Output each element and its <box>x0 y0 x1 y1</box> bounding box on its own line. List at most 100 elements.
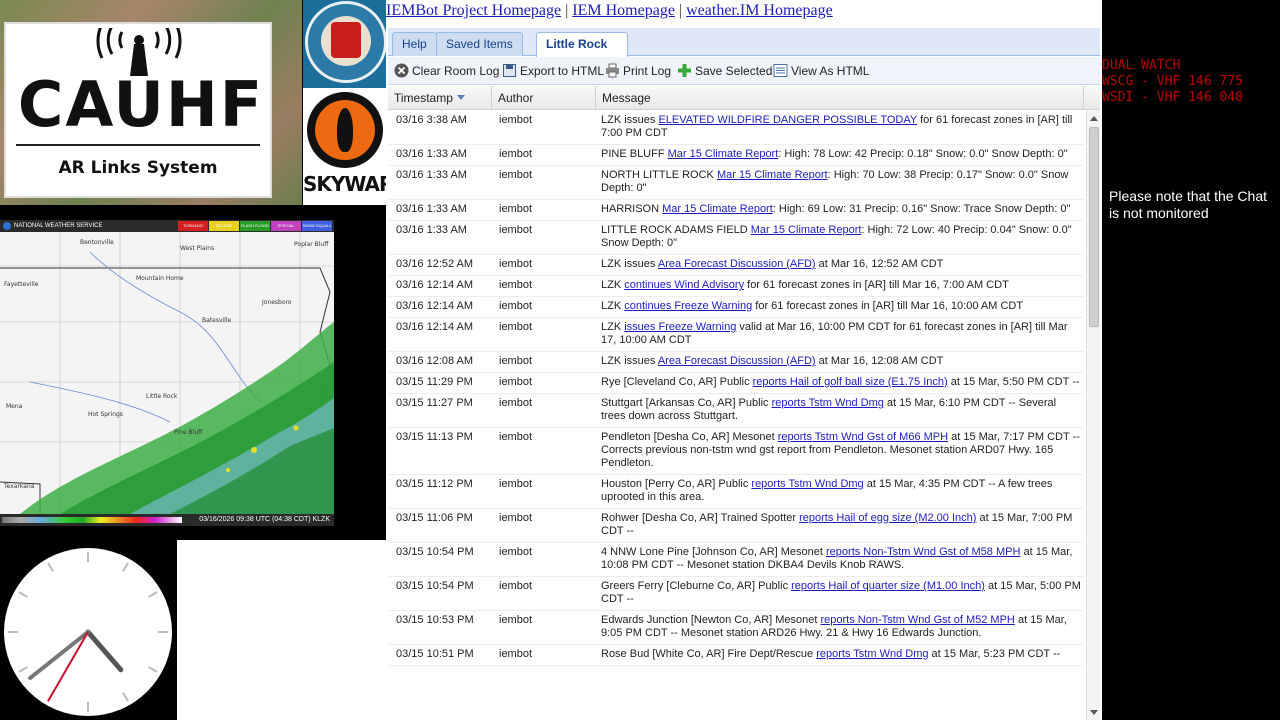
column-header-timestamp[interactable]: Timestamp <box>388 86 492 110</box>
table-row[interactable]: 03/16 1:33 AM iembot HARRISON Mar 15 Clima… <box>388 200 1084 221</box>
export-to-html-button[interactable]: Export to HTML <box>502 62 604 80</box>
table-row[interactable]: 03/15 11:06 PM iembot Rohwer [Desha Co, AR… <box>388 509 1084 543</box>
message-link[interactable]: continues Freeze Warning <box>624 300 752 312</box>
clear-room-log-button[interactable]: Clear Room Log <box>394 62 499 80</box>
radar-legend-item: SEVERE THUNDERSTORM <box>209 221 243 238</box>
table-row[interactable]: 03/16 1:33 AM iembot NORTH LITTLE ROCK Mar… <box>388 166 1084 200</box>
table-row[interactable]: 03/16 12:08 AM iembot LZK issues Area Fore… <box>388 352 1084 373</box>
view-as-html-button[interactable]: View As HTML <box>773 62 869 80</box>
row-timestamp: 03/15 11:13 PM <box>396 431 473 443</box>
iembot-homepage-link[interactable]: IEMBot Project Homepage <box>386 2 561 19</box>
scrollbar-thumb[interactable] <box>1089 127 1099 327</box>
table-row[interactable]: 03/16 12:14 AM iembot LZK continues Wind A… <box>388 276 1084 297</box>
column-timestamp-label: Timestamp <box>394 91 453 105</box>
table-row[interactable]: 03/16 12:14 AM iembot LZK continues Freeze… <box>388 297 1084 318</box>
row-timestamp: 03/15 10:53 PM <box>396 614 474 626</box>
row-timestamp: 03/16 3:38 AM <box>396 114 467 126</box>
column-message-label: Message <box>602 91 651 105</box>
blank-panel <box>177 540 388 720</box>
table-row[interactable]: 03/16 1:33 AM iembot PINE BLUFF Mar 15 Cli… <box>388 145 1084 166</box>
column-header-message[interactable]: Message <box>596 86 1084 110</box>
view-as-html-label: View As HTML <box>791 64 870 78</box>
message-link[interactable]: reports Hail of golf ball size (E1.75 In… <box>753 376 948 388</box>
table-row[interactable]: 03/16 3:38 AM iembot LZK issues ELEVATED W… <box>388 111 1084 145</box>
row-message: Stuttgart [Arkansas Co, AR] Public repor… <box>601 397 1081 423</box>
message-link[interactable]: Mar 15 Climate Report <box>668 148 779 160</box>
message-prefix: Edwards Junction [Newton Co, AR] Mesonet <box>601 614 821 626</box>
add-icon <box>678 64 691 77</box>
tab-help[interactable]: Help <box>392 32 437 56</box>
message-link[interactable]: reports Non-Tstm Wnd Gst of M52 MPH <box>821 614 1015 626</box>
message-suffix: : High: 78 Low: 42 Precip: 0.18" Snow: 0… <box>778 148 1068 160</box>
radar-city-label: Poplar Bluff <box>294 241 329 248</box>
message-prefix: Pendleton [Desha Co, AR] Mesonet <box>601 431 778 443</box>
reflectivity-scale <box>2 517 182 523</box>
row-author: iembot <box>499 546 533 558</box>
cauhf-title: CAUHF <box>17 68 265 141</box>
skywarn-label: SKYWARN <box>303 172 388 196</box>
message-prefix: LZK <box>601 300 625 312</box>
message-prefix: Greers Ferry [Cleburne Co, AR] Public <box>601 580 792 592</box>
row-timestamp: 03/15 10:54 PM <box>396 580 474 592</box>
table-row[interactable]: 03/15 11:27 PM iembot Stuttgart [Arkansas … <box>388 394 1084 428</box>
message-link[interactable]: reports Hail of quarter size (M1.00 Inch… <box>791 580 985 592</box>
message-link[interactable]: reports Tstm Wnd Gst of M66 MPH <box>778 431 948 443</box>
row-message: NORTH LITTLE ROCK Mar 15 Climate Report:… <box>601 169 1081 195</box>
row-timestamp: 03/15 10:51 PM <box>396 648 474 660</box>
row-timestamp: 03/16 1:33 AM <box>396 203 467 215</box>
message-link[interactable]: continues Wind Advisory <box>624 279 744 291</box>
message-link[interactable]: Mar 15 Climate Report <box>751 224 862 236</box>
message-link[interactable]: Mar 15 Climate Report <box>717 169 828 181</box>
row-message: LZK issues ELEVATED WILDFIRE DANGER POSS… <box>601 114 1081 140</box>
row-message: Houston [Perry Co, AR] Public reports Ts… <box>601 478 1081 504</box>
radar-legend-item: SNOW SQUALL <box>302 221 332 231</box>
row-message: LZK issues Freeze Warning valid at Mar 1… <box>601 321 1081 347</box>
radar-timestamp: 03/16/2026 09:38 UTC (04:38 CDT) KLZK <box>199 516 330 523</box>
table-row[interactable]: 03/15 10:54 PM iembot 4 NNW Lone Pine [Joh… <box>388 543 1084 577</box>
row-author: iembot <box>499 300 533 312</box>
scroll-down-icon[interactable] <box>1090 710 1098 715</box>
printer-icon <box>606 63 619 78</box>
row-message: PINE BLUFF Mar 15 Climate Report: High: … <box>601 148 1081 161</box>
message-link[interactable]: reports Non-Tstm Wnd Gst of M58 MPH <box>826 546 1020 558</box>
message-link[interactable]: reports Tstm Wnd Dmg <box>816 648 928 660</box>
save-selected-button[interactable]: Save Selected <box>677 62 772 80</box>
message-prefix: LZK issues <box>601 355 658 367</box>
print-log-button[interactable]: Print Log <box>605 62 671 80</box>
tab-little-rock[interactable]: Little Rock✕ <box>536 32 628 66</box>
row-timestamp: 03/16 12:52 AM <box>396 258 474 270</box>
column-header-author[interactable]: Author <box>492 86 596 110</box>
message-link[interactable]: reports Tstm Wnd Dmg <box>751 478 863 490</box>
weatherim-homepage-link[interactable]: weather.IM Homepage <box>686 2 833 19</box>
row-author: iembot <box>499 355 533 367</box>
analog-clock <box>0 540 177 720</box>
message-link[interactable]: Area Forecast Discussion (AFD) <box>658 355 816 367</box>
message-link[interactable]: reports Tstm Wnd Dmg <box>772 397 884 409</box>
row-message: LZK issues Area Forecast Discussion (AFD… <box>601 258 1081 271</box>
table-row[interactable]: 03/15 10:53 PM iembot Edwards Junction [Ne… <box>388 611 1084 645</box>
table-row[interactable]: 03/15 11:12 PM iembot Houston [Perry Co, A… <box>388 475 1084 509</box>
scroll-up-icon[interactable] <box>1090 116 1098 121</box>
message-link[interactable]: ELEVATED WILDFIRE DANGER POSSIBLE TODAY <box>658 114 917 126</box>
logo-divider <box>16 144 260 146</box>
table-row[interactable]: 03/15 11:29 PM iembot Rye [Cleveland Co, A… <box>388 373 1084 394</box>
message-link[interactable]: Mar 15 Climate Report <box>662 203 773 215</box>
radar-header-title: NATIONAL WEATHER SERVICE <box>14 223 103 229</box>
table-row[interactable]: 03/16 12:14 AM iembot LZK issues Freeze Wa… <box>388 318 1084 352</box>
message-link[interactable]: reports Hail of egg size (M2.00 Inch) <box>799 512 976 524</box>
top-links: IEMBot Project Homepage | IEM Homepage | wea… <box>386 2 833 22</box>
row-timestamp: 03/16 1:33 AM <box>396 148 467 160</box>
message-link[interactable]: Area Forecast Discussion (AFD) <box>658 258 816 270</box>
radar-footer: 03/16/2026 09:38 UTC (04:38 CDT) KLZK <box>0 514 334 526</box>
iem-homepage-link[interactable]: IEM Homepage <box>572 2 675 19</box>
vertical-scrollbar[interactable] <box>1086 111 1100 720</box>
tab-saved-items[interactable]: Saved Items <box>436 32 523 56</box>
table-row[interactable]: 03/15 10:51 PM iembot Rose Bud [White Co, … <box>388 645 1084 666</box>
message-link[interactable]: issues Freeze Warning <box>624 321 736 333</box>
table-row[interactable]: 03/15 11:13 PM iembot Pendleton [Desha Co,… <box>388 428 1084 475</box>
view-html-icon <box>773 64 788 77</box>
table-row[interactable]: 03/16 1:33 AM iembot LITTLE ROCK ADAMS FIE… <box>388 221 1084 255</box>
table-row[interactable]: 03/16 12:52 AM iembot LZK issues Area Fore… <box>388 255 1084 276</box>
radar-legend-item: SPECIAL MARINE <box>271 221 301 238</box>
table-row[interactable]: 03/15 10:54 PM iembot Greers Ferry [Clebur… <box>388 577 1084 611</box>
